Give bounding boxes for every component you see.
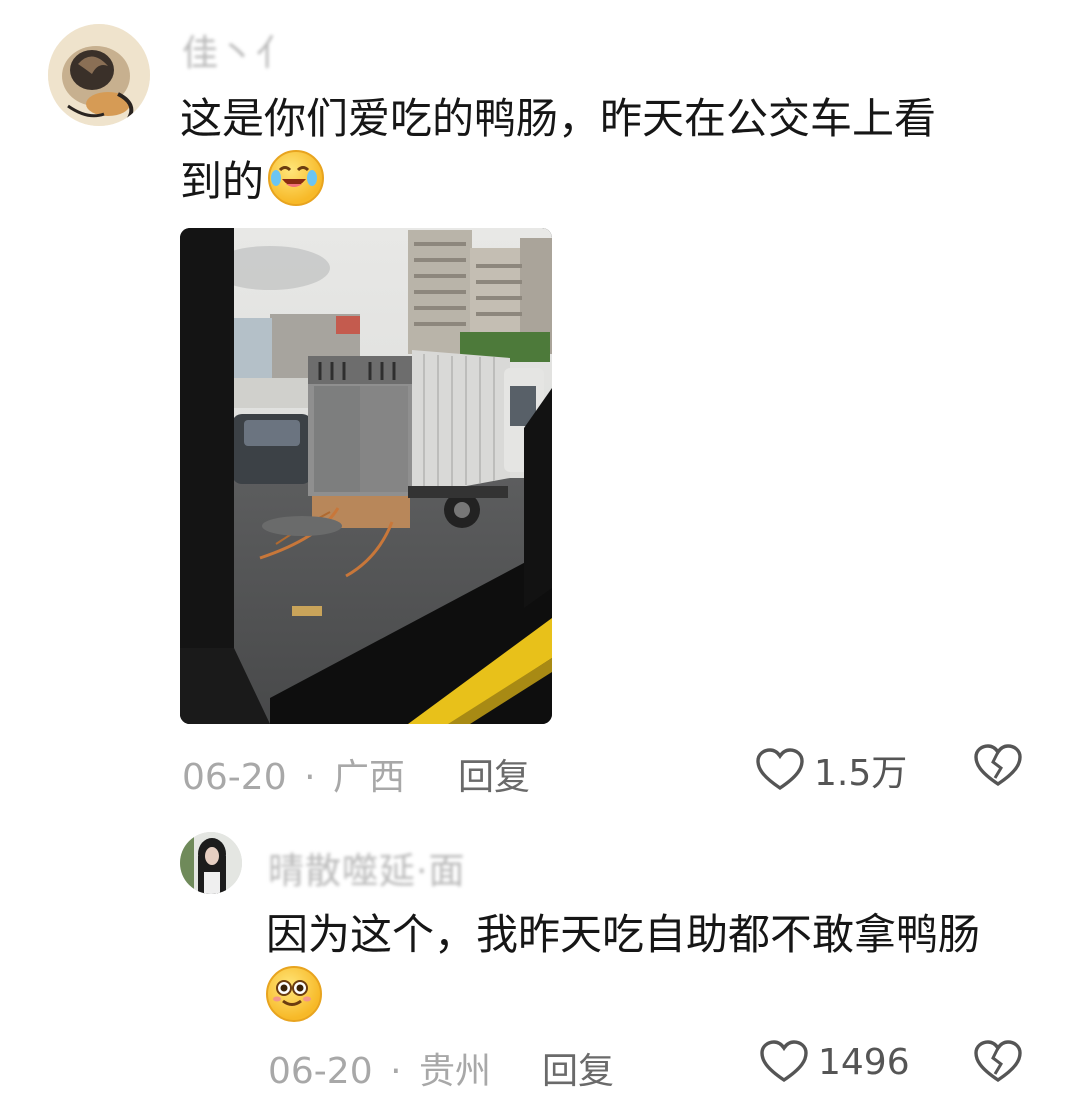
reply-text: 因为这个，我昨天吃自助都不敢拿鸭肠: [266, 904, 1056, 1029]
comment-photo[interactable]: [180, 228, 552, 724]
comment-date: 06-20: [182, 757, 287, 798]
comment-meta: 06-20 · 广西: [182, 748, 405, 800]
avatar[interactable]: [48, 24, 150, 126]
crying-laughing-emoji-icon: [268, 150, 325, 206]
avatar-image: [48, 24, 150, 126]
reply-avatar[interactable]: [180, 832, 242, 894]
comment-reply-button[interactable]: 回复: [458, 748, 530, 800]
reply-text-line1: 因为这个，我昨天吃自助都不敢拿鸭肠: [266, 910, 981, 959]
reply-meta: 06-20 · 贵州: [268, 1042, 491, 1094]
reply-username[interactable]: 晴散噬延·面: [268, 842, 465, 894]
reply-location: 贵州: [418, 1051, 491, 1092]
broken-heart-icon: [974, 744, 1022, 788]
comment-text-line1: 这是你们爱吃的鸭肠，昨天在公交车上看: [180, 94, 937, 143]
comment-like-button[interactable]: 1.5万: [756, 744, 907, 796]
smiling-emoji-icon: [266, 966, 322, 1022]
reply-like-count: 1496: [818, 1041, 910, 1083]
reply-date: 06-20: [268, 1051, 373, 1092]
reply-dislike-button[interactable]: [974, 1040, 1022, 1084]
comment-text: 这是你们爱吃的鸭肠，昨天在公交车上看 到的: [180, 88, 1040, 213]
comment-dislike-button[interactable]: [974, 744, 1022, 788]
heart-icon: [756, 748, 804, 792]
truck-photo-image: [180, 228, 552, 724]
comment-username[interactable]: 佳丶亻: [182, 24, 293, 76]
comment-like-count: 1.5万: [814, 753, 908, 794]
reply-reply-button[interactable]: 回复: [542, 1042, 614, 1094]
heart-icon: [760, 1040, 808, 1084]
separator-dot: ·: [390, 1051, 402, 1092]
reply-like-button[interactable]: 1496: [760, 1040, 910, 1084]
reply-avatar-image: [180, 832, 242, 894]
comment-location: 广西: [332, 757, 405, 798]
broken-heart-icon: [974, 1040, 1022, 1084]
comment-text-line2: 到的: [180, 157, 265, 206]
separator-dot: ·: [304, 757, 316, 798]
